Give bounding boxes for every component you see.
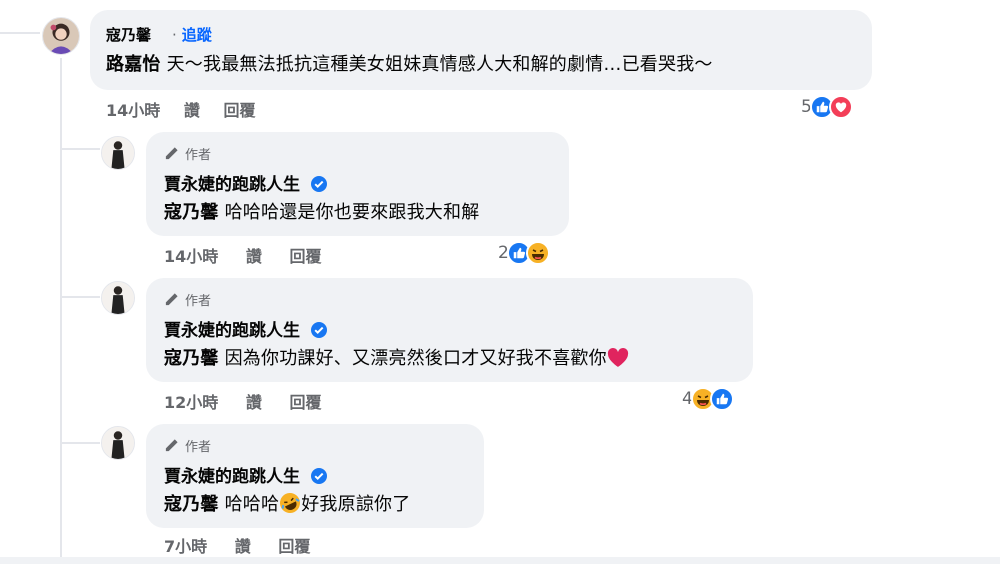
- reply-body-start: 哈哈哈: [224, 494, 280, 515]
- reaction-summary[interactable]: 4: [682, 387, 734, 411]
- reply-author[interactable]: 賈永婕的跑跳人生: [164, 170, 328, 195]
- follow-wrap: · 追蹤: [172, 24, 212, 45]
- mention-link[interactable]: 路嘉怡: [106, 54, 161, 75]
- reply-body: 哈哈哈還是你也要來跟我大和解: [224, 202, 480, 223]
- rofl-emoji: [280, 493, 301, 513]
- comment-body: 天～我最無法抵抗這種美女姐妹真情感人大和解的劇情…已看哭我～: [166, 54, 713, 75]
- thread-line-vertical: [60, 58, 62, 564]
- verified-badge-icon: [310, 468, 327, 484]
- thread-connector: [60, 442, 100, 444]
- pencil-icon: [165, 293, 178, 306]
- love-icon: [828, 95, 853, 119]
- thread-connector: [60, 296, 100, 298]
- reply-author[interactable]: 賈永婕的跑跳人生: [164, 462, 328, 487]
- reply-text: 寇乃馨 因為你功課好、又漂亮然後口才又好我不喜歡你: [164, 344, 629, 370]
- reply-body: 因為你功課好、又漂亮然後口才又好我不喜歡你: [224, 348, 607, 369]
- reply-text: 寇乃馨 哈哈哈 好我原諒你了: [164, 490, 410, 516]
- mention-link[interactable]: 寇乃馨: [164, 494, 219, 515]
- reply-button[interactable]: 回覆: [278, 533, 310, 557]
- author-badge: 作者: [164, 144, 211, 163]
- reply-button[interactable]: 回覆: [289, 243, 321, 267]
- pencil-icon: [165, 147, 178, 160]
- reply-actions: 7小時 讚 回覆: [164, 533, 310, 557]
- mention-link[interactable]: 寇乃馨: [164, 348, 219, 369]
- thread-connector: [60, 148, 100, 150]
- timestamp[interactable]: 7小時: [164, 533, 207, 557]
- like-button[interactable]: 讚: [246, 243, 262, 267]
- haha-icon: [525, 241, 550, 265]
- red-heart-emoji: [607, 348, 628, 367]
- comment-text: 路嘉怡 天～我最無法抵抗這種美女姐妹真情感人大和解的劇情…已看哭我～: [106, 50, 713, 76]
- reply-text: 寇乃馨 哈哈哈還是你也要來跟我大和解: [164, 198, 479, 224]
- mention-link[interactable]: 寇乃馨: [164, 202, 219, 223]
- avatar[interactable]: [101, 281, 135, 315]
- reply-author[interactable]: 賈永婕的跑跳人生: [164, 316, 328, 341]
- like-button[interactable]: 讚: [246, 389, 262, 413]
- pencil-icon: [165, 439, 178, 452]
- timestamp[interactable]: 14小時: [106, 97, 160, 121]
- reply-button[interactable]: 回覆: [289, 389, 321, 413]
- reaction-summary[interactable]: 5: [801, 95, 853, 119]
- verified-badge-icon: [310, 322, 327, 338]
- reply-actions: 12小時 讚 回覆: [164, 389, 321, 413]
- timestamp[interactable]: 14小時: [164, 243, 218, 267]
- reaction-summary[interactable]: 2: [498, 241, 550, 265]
- like-icon: [709, 387, 734, 411]
- avatar[interactable]: [101, 426, 135, 460]
- separator-dot: ·: [172, 26, 177, 44]
- like-button[interactable]: 讚: [235, 533, 251, 557]
- reply-button[interactable]: 回覆: [223, 97, 255, 121]
- avatar[interactable]: [101, 136, 135, 170]
- like-button[interactable]: 讚: [184, 97, 200, 121]
- verified-badge-icon: [310, 176, 327, 192]
- avatar[interactable]: [42, 17, 80, 55]
- follow-button[interactable]: 追蹤: [182, 26, 212, 44]
- reply-body-end: 好我原諒你了: [301, 494, 411, 515]
- timestamp[interactable]: 12小時: [164, 389, 218, 413]
- reply-actions: 14小時 讚 回覆: [164, 243, 321, 267]
- thread-line-top: [0, 32, 40, 34]
- bottom-scroll-edge: [0, 557, 1000, 564]
- author-badge: 作者: [164, 436, 211, 455]
- comment-actions: 14小時 讚 回覆: [106, 97, 255, 121]
- author-badge: 作者: [164, 290, 211, 309]
- comment-author[interactable]: 寇乃馨: [106, 24, 151, 45]
